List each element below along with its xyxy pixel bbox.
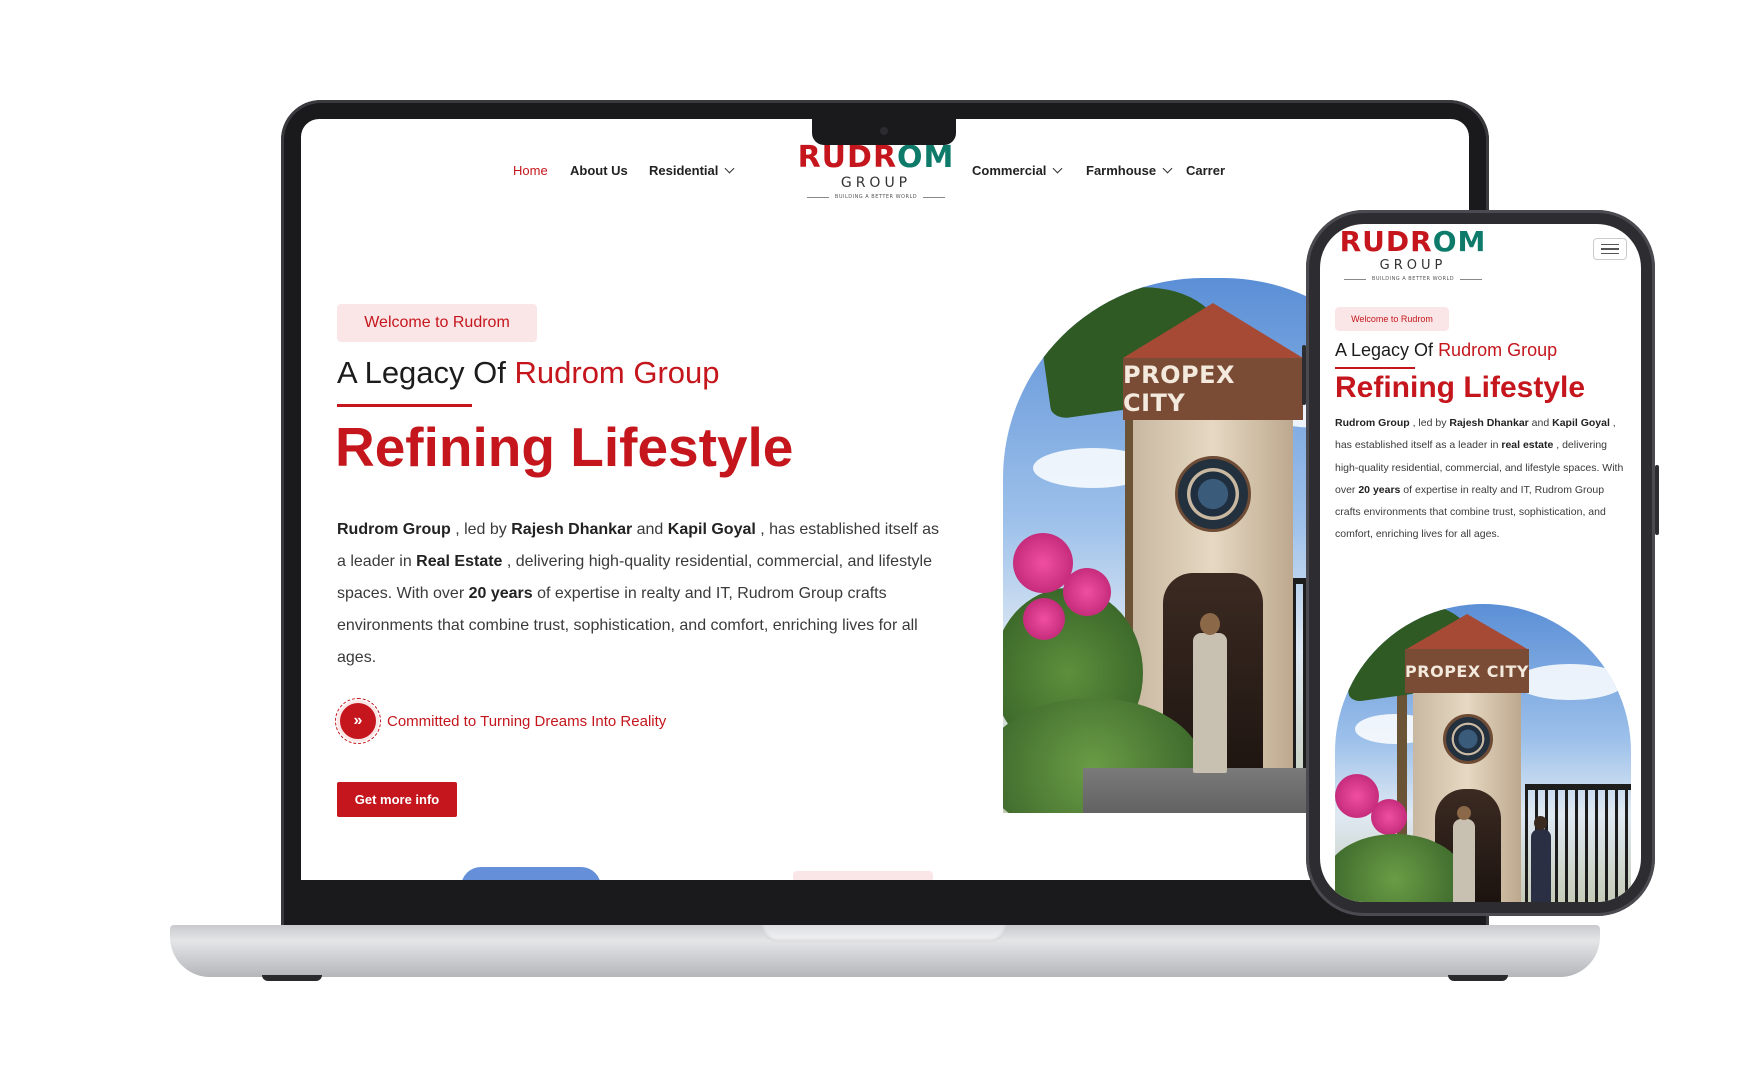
description-emphasis: Rudrom Group bbox=[1335, 417, 1410, 429]
chevron-down-icon bbox=[724, 163, 735, 174]
legacy-heading: A Legacy Of Rudrom Group bbox=[337, 355, 720, 391]
phone-button bbox=[1655, 465, 1659, 535]
legacy-highlight: Rudrom Group bbox=[1438, 340, 1558, 360]
logo-group: GROUP bbox=[840, 175, 912, 191]
nav-farmhouse[interactable]: Farmhouse bbox=[1086, 163, 1173, 178]
logo-word-red: RUDR bbox=[797, 140, 898, 175]
description-text: and bbox=[632, 521, 668, 538]
double-chevron-right-icon: » bbox=[335, 698, 381, 744]
legacy-prefix: A Legacy Of bbox=[337, 355, 515, 390]
logo-word-teal: OM bbox=[897, 140, 955, 175]
hero-description: Rudrom Group , led by Rajesh Dhankar and… bbox=[337, 514, 947, 674]
nav-home[interactable]: Home bbox=[513, 163, 548, 178]
site-logo[interactable]: RUDROM GROUP BUILDING A BETTER WORLD bbox=[796, 143, 956, 201]
camera-notch bbox=[812, 119, 956, 145]
image-sign: PROPEX CITY bbox=[1405, 649, 1529, 693]
phone-screen: RUDROM GROUP BUILDING A BETTER WORLD Wel… bbox=[1320, 224, 1641, 902]
description-emphasis: Rajesh Dhankar bbox=[511, 521, 633, 538]
description-emphasis: Kapil Goyal bbox=[1552, 417, 1610, 429]
logo-word-teal: OM bbox=[1432, 225, 1487, 258]
logo-wordmark: RUDROM bbox=[1334, 228, 1492, 256]
legacy-highlight: Rudrom Group bbox=[514, 355, 720, 390]
description-emphasis: Rudrom Group bbox=[337, 521, 451, 538]
description-emphasis: 20 years bbox=[1358, 483, 1401, 496]
description-emphasis: real estate bbox=[1501, 439, 1554, 452]
description-text: and bbox=[1528, 417, 1553, 429]
get-more-info-button[interactable]: Get more info bbox=[337, 782, 457, 817]
site-logo[interactable]: RUDROM GROUP BUILDING A BETTER WORLD bbox=[1334, 228, 1492, 283]
nav-residential-label: Residential bbox=[649, 163, 719, 178]
hero-headline: Refining Lifestyle bbox=[1335, 371, 1586, 404]
image-sign: PROPEX CITY bbox=[1123, 358, 1303, 420]
logo-tagline: BUILDING A BETTER WORLD bbox=[1334, 276, 1492, 282]
nav-farmhouse-label: Farmhouse bbox=[1086, 163, 1157, 178]
legacy-prefix: A Legacy Of bbox=[1335, 340, 1439, 360]
description-emphasis: Real Estate bbox=[416, 553, 503, 570]
welcome-badge: Welcome to Rudrom bbox=[1335, 307, 1449, 331]
decor-shape bbox=[793, 871, 933, 880]
nav-residential[interactable]: Residential bbox=[649, 163, 735, 178]
heading-underline bbox=[1335, 367, 1415, 369]
committed-tagline: » Committed to Turning Dreams Into Reali… bbox=[335, 698, 667, 744]
welcome-badge: Welcome to Rudrom bbox=[337, 304, 537, 342]
laptop-hinge bbox=[762, 925, 1006, 942]
hero-description: Rudrom Group , led by Rajesh Dhankar and… bbox=[1335, 412, 1630, 546]
hero-image: PROPEX CITY bbox=[1335, 604, 1631, 902]
laptop-screen: Home About Us Residential RUDROM GROUP B… bbox=[301, 119, 1469, 880]
description-text: , led by bbox=[450, 521, 512, 538]
hero-headline: Refining Lifestyle bbox=[335, 416, 794, 478]
nav-commercial[interactable]: Commercial bbox=[972, 163, 1063, 178]
logo-group: GROUP bbox=[1379, 258, 1447, 273]
logo-wordmark: RUDROM bbox=[796, 143, 956, 173]
nav-commercial-label: Commercial bbox=[972, 163, 1047, 178]
chevron-down-icon bbox=[1052, 163, 1063, 174]
phone-button bbox=[1302, 345, 1306, 405]
logo-word-red: RUDR bbox=[1339, 225, 1433, 258]
heading-underline bbox=[337, 404, 472, 407]
chevron-down-icon bbox=[1162, 163, 1173, 174]
decor-shape bbox=[461, 867, 601, 880]
description-emphasis: 20 years bbox=[468, 585, 533, 602]
committed-text: Committed to Turning Dreams Into Reality bbox=[387, 712, 667, 730]
logo-tagline: BUILDING A BETTER WORLD bbox=[796, 194, 956, 200]
description-emphasis: Rajesh Dhankar bbox=[1449, 417, 1529, 429]
legacy-heading: A Legacy Of Rudrom Group bbox=[1335, 340, 1557, 361]
laptop-foot bbox=[1448, 975, 1508, 981]
description-emphasis: Kapil Goyal bbox=[667, 521, 756, 538]
hamburger-menu-icon[interactable] bbox=[1593, 238, 1627, 260]
description-text: , led by bbox=[1409, 417, 1450, 429]
nav-carrer[interactable]: Carrer bbox=[1186, 163, 1225, 178]
laptop-foot bbox=[262, 975, 322, 981]
nav-about-us[interactable]: About Us bbox=[570, 163, 628, 178]
